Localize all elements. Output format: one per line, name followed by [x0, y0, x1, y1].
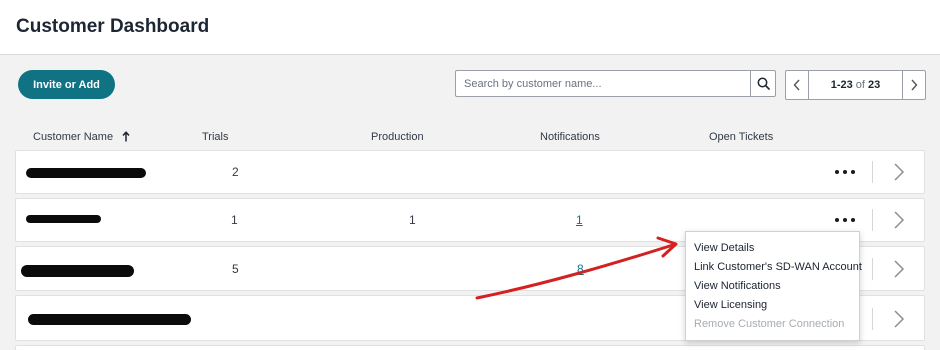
trials-cell: 1	[231, 213, 238, 227]
more-actions-button[interactable]	[835, 166, 855, 178]
row-divider	[872, 209, 873, 231]
chevron-right-icon	[911, 79, 918, 91]
table-row[interactable]: 2	[15, 150, 925, 194]
chevron-left-icon	[793, 79, 800, 91]
menu-item-view-notifications[interactable]: View Notifications	[694, 280, 781, 292]
trials-cell: 2	[232, 165, 239, 179]
menu-item-view-details[interactable]: View Details	[694, 242, 754, 254]
more-actions-button[interactable]	[835, 214, 855, 226]
redacted-customer-name	[28, 314, 191, 325]
chevron-right-icon[interactable]	[888, 258, 910, 280]
redacted-customer-name	[21, 265, 134, 277]
chevron-right-icon[interactable]	[888, 161, 910, 183]
search-input[interactable]	[456, 71, 751, 96]
menu-item-remove-customer-connection: Remove Customer Connection	[694, 318, 845, 330]
notifications-link[interactable]: 8	[577, 262, 584, 276]
previous-page-button[interactable]	[786, 71, 809, 99]
next-page-button[interactable]	[902, 71, 925, 99]
page-indicator: 1-23 of 23	[809, 71, 902, 99]
page-of-label: of	[855, 79, 865, 91]
row-actions-menu: View Details Link Customer's SD-WAN Acco…	[685, 231, 862, 341]
chevron-right-icon[interactable]	[888, 308, 910, 330]
search-box	[455, 70, 776, 97]
page-total: 23	[867, 79, 881, 91]
chevron-right-icon[interactable]	[888, 209, 910, 231]
page-range: 1-23	[830, 79, 853, 91]
page-header: Customer Dashboard	[0, 0, 940, 55]
sort-up-icon	[122, 131, 130, 142]
column-header-label: Customer Name	[33, 131, 114, 143]
trials-cell: 5	[232, 262, 239, 276]
row-divider	[872, 308, 873, 330]
page-title: Customer Dashboard	[16, 16, 210, 37]
column-header-open-tickets[interactable]: Open Tickets	[709, 131, 773, 143]
menu-item-link-sdwan-account[interactable]: Link Customer's SD-WAN Account	[694, 261, 862, 273]
column-header-customer-name[interactable]: Customer Name	[33, 131, 130, 143]
notifications-link[interactable]: 1	[576, 213, 583, 227]
pagination: 1-23 of 23	[785, 70, 926, 100]
table-row[interactable]	[15, 345, 925, 350]
row-divider	[872, 161, 873, 183]
redacted-customer-name	[26, 168, 146, 178]
column-header-notifications[interactable]: Notifications	[540, 131, 600, 143]
production-cell: 1	[409, 213, 416, 227]
invite-or-add-button[interactable]: Invite or Add	[18, 70, 115, 99]
redacted-customer-name	[26, 215, 101, 223]
row-divider	[872, 258, 873, 280]
column-header-trials[interactable]: Trials	[202, 131, 228, 143]
search-icon	[757, 77, 770, 90]
column-header-production[interactable]: Production	[371, 131, 424, 143]
menu-item-view-licensing[interactable]: View Licensing	[694, 299, 767, 311]
search-button[interactable]	[750, 71, 775, 96]
